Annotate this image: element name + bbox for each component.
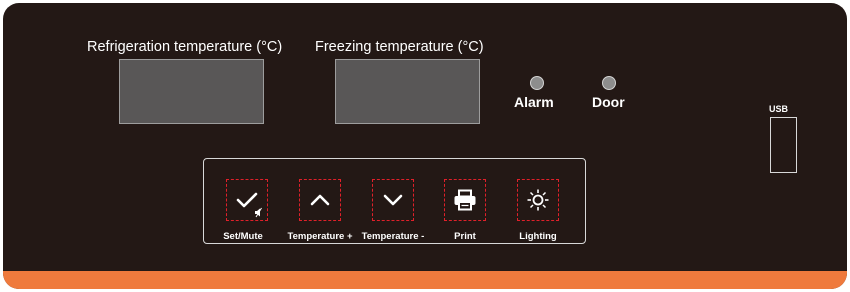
alarm-label: Alarm <box>514 94 554 110</box>
refrigeration-temperature-display <box>119 59 264 124</box>
door-indicator-light <box>602 76 616 90</box>
temperature-up-button[interactable] <box>299 179 341 221</box>
usb-port[interactable] <box>770 117 797 173</box>
temperature-down-button[interactable] <box>372 179 414 221</box>
freezing-temperature-label: Freezing temperature (°C) <box>315 39 484 55</box>
speaker-muted-icon <box>255 207 262 218</box>
set-mute-label: Set/Mute <box>223 231 263 242</box>
lightbulb-icon <box>527 189 549 211</box>
keypad: Set/Mute Temperature + Temperature - Pri… <box>203 158 586 244</box>
set-mute-button[interactable] <box>226 179 268 221</box>
chevron-down-icon <box>383 194 403 206</box>
door-label: Door <box>592 94 625 110</box>
print-label: Print <box>454 231 476 242</box>
temperature-down-label: Temperature - <box>361 231 425 242</box>
temperature-up-label: Temperature + <box>287 231 353 242</box>
check-icon <box>236 192 258 208</box>
chevron-up-icon <box>310 194 330 206</box>
freezing-temperature-display <box>335 59 480 124</box>
lighting-button[interactable] <box>517 179 559 221</box>
control-panel: Refrigeration temperature (°C) Freezing … <box>3 3 847 289</box>
printer-icon <box>454 189 476 211</box>
alarm-indicator-light <box>530 76 544 90</box>
usb-label: USB <box>769 104 789 114</box>
accent-strip <box>3 271 847 289</box>
print-button[interactable] <box>444 179 486 221</box>
lighting-label: Lighting <box>519 231 557 242</box>
refrigeration-temperature-label: Refrigeration temperature (°C) <box>87 39 283 55</box>
